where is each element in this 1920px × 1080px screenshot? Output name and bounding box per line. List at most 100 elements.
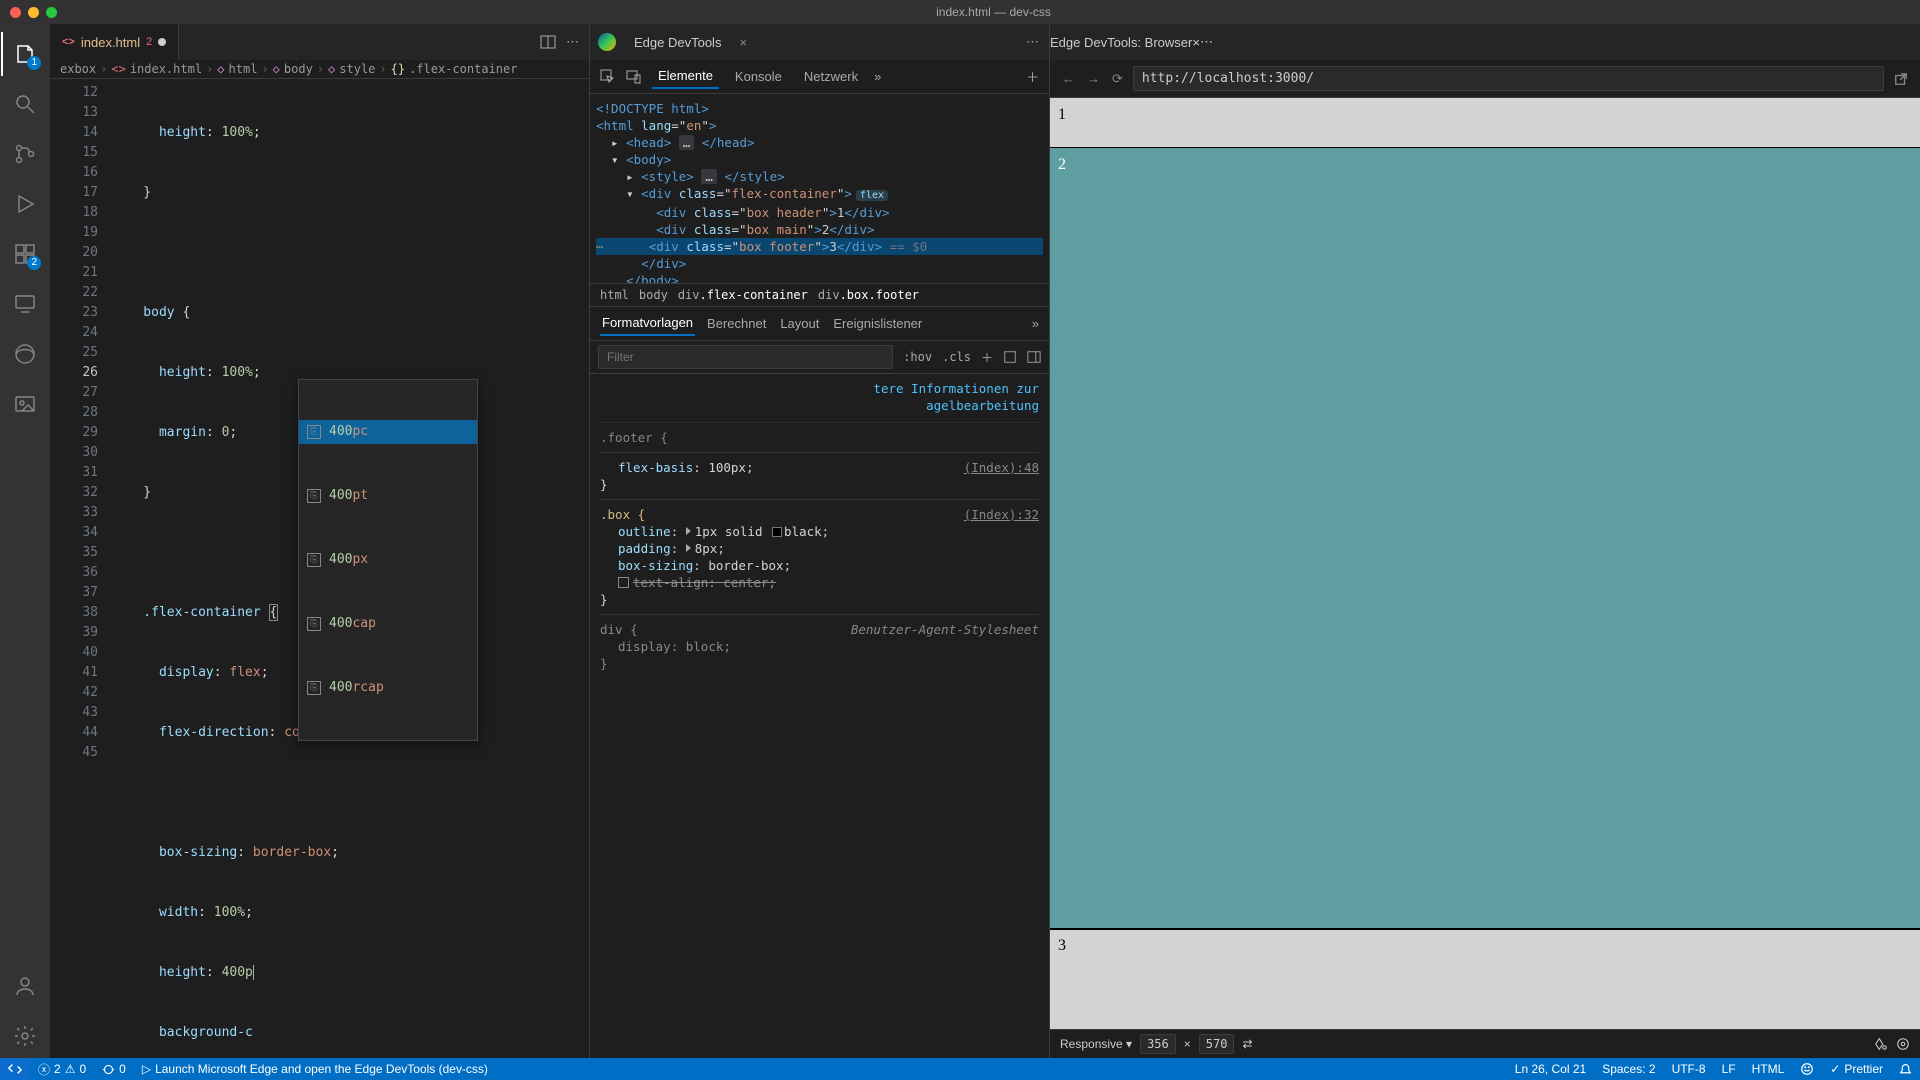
breadcrumb-item[interactable]: ◇ body (273, 62, 313, 76)
computed-tab[interactable]: Berechnet (705, 312, 768, 335)
tab-more-icon[interactable]: ⋯ (1200, 34, 1213, 50)
device-mode-select[interactable]: Responsive ▾ (1060, 1037, 1132, 1051)
encoding-status[interactable]: UTF-8 (1664, 1062, 1714, 1076)
styles-more-icon[interactable] (1003, 350, 1017, 364)
app-root: 1 2 (0, 24, 1920, 1058)
browser-preview-panel: Edge DevTools: Browser × ⋯ ← → ⟳ http://… (1050, 24, 1920, 1058)
viewport-height-input[interactable]: 570 (1199, 1034, 1235, 1054)
prettier-status[interactable]: ✓ Prettier (1822, 1062, 1891, 1076)
styles-pane[interactable]: tere Informationen zur agelbearbeitung .… (590, 374, 1049, 1058)
tab-index-html[interactable]: <> index.html 2 (50, 24, 179, 60)
selected-dom-node[interactable]: ⋯ <div class="box footer">3</div> == $0 (596, 238, 1043, 255)
ports-status[interactable]: 0 (94, 1062, 134, 1076)
maximize-window-icon[interactable] (46, 7, 57, 18)
cursor-position[interactable]: Ln 26, Col 21 (1507, 1062, 1594, 1076)
tab-more-icon[interactable]: ⋯ (1016, 34, 1049, 50)
edge-tools-icon[interactable] (1, 332, 49, 376)
console-tab[interactable]: Konsole (729, 65, 788, 88)
activity-bar: 1 2 (0, 24, 50, 1058)
device-more-icon[interactable] (1896, 1037, 1910, 1051)
window-controls[interactable] (0, 7, 67, 18)
devtools-panel: Edge DevTools × ⋯ Elemente Konsole Netzw… (590, 24, 1050, 1058)
remote-explorer-icon[interactable] (1, 282, 49, 326)
toggle-sidebar-icon[interactable] (1027, 350, 1041, 364)
css-rule: Benutzer-Agent-Stylesheet div { display:… (600, 614, 1039, 672)
breadcrumb-item[interactable]: exbox (60, 62, 96, 76)
device-emulation-icon[interactable] (626, 69, 642, 85)
cls-toggle[interactable]: .cls (942, 350, 971, 364)
layout-tab[interactable]: Layout (778, 312, 821, 335)
tab-label[interactable]: Edge DevTools: Browser (1050, 35, 1192, 50)
styles-tab[interactable]: Formatvorlagen (600, 311, 695, 336)
explorer-icon[interactable]: 1 (1, 32, 49, 76)
run-debug-icon[interactable] (1, 182, 49, 226)
search-icon[interactable] (1, 82, 49, 126)
suggest-item[interactable]: ⎘400rcap (299, 676, 477, 700)
indentation-status[interactable]: Spaces: 2 (1594, 1062, 1663, 1076)
split-editor-icon[interactable] (540, 34, 556, 50)
rotate-icon[interactable]: ⇄ (1242, 1037, 1252, 1051)
breadcrumb[interactable]: exbox› <> index.html› ◇ html› ◇ body› ◇ … (50, 60, 589, 79)
ua-stylesheet-label: Benutzer-Agent-Stylesheet (851, 621, 1039, 638)
reload-icon[interactable]: ⟳ (1110, 71, 1125, 87)
screenshot-icon[interactable] (1874, 1037, 1888, 1051)
box-footer: 3 (1050, 929, 1920, 1029)
styles-toolbar: :hov .cls ＋ (590, 341, 1049, 374)
back-icon[interactable]: ← (1060, 71, 1077, 86)
launch-task-status[interactable]: ▷Launch Microsoft Edge and open the Edge… (134, 1062, 496, 1076)
tab-more-icon[interactable]: ⋯ (566, 34, 579, 50)
event-listeners-tab[interactable]: Ereignislistener (831, 312, 924, 335)
suggest-item[interactable]: ⎘400px (299, 548, 477, 572)
forward-icon[interactable]: → (1085, 71, 1102, 86)
rendered-page[interactable]: 1 2 3 (1050, 98, 1920, 1029)
feedback-icon[interactable] (1792, 1062, 1822, 1076)
problems-status[interactable]: ⓧ2 ⚠0 (30, 1061, 94, 1078)
status-bar: ⓧ2 ⚠0 0 ▷Launch Microsoft Edge and open … (0, 1058, 1920, 1080)
autocomplete-popup[interactable]: ⎘400pc ⎘400pt ⎘400px ⎘400cap ⎘400rcap (298, 379, 478, 741)
code-lines[interactable]: height: 100%; } body { height: 100%; mar… (108, 79, 589, 1058)
open-external-icon[interactable] (1892, 72, 1910, 86)
styles-subtabs: Formatvorlagen Berechnet Layout Ereignis… (590, 307, 1049, 341)
explorer-badge: 1 (27, 56, 41, 70)
language-mode[interactable]: HTML (1744, 1062, 1793, 1076)
url-input[interactable]: http://localhost:3000/ (1133, 66, 1884, 91)
inspect-element-icon[interactable] (600, 69, 616, 85)
new-style-rule-icon[interactable]: ＋ (981, 349, 993, 366)
browser-address-bar: ← → ⟳ http://localhost:3000/ (1050, 60, 1920, 98)
close-tab-icon[interactable]: × (1192, 35, 1200, 50)
unsaved-dot-icon (158, 38, 166, 46)
account-icon[interactable] (1, 964, 49, 1008)
breadcrumb-item[interactable]: ◇ style (328, 62, 375, 76)
settings-gear-icon[interactable] (1, 1014, 49, 1058)
breadcrumb-item[interactable]: {} .flex-container (391, 62, 518, 76)
more-tabs-icon[interactable]: » (874, 69, 881, 84)
dom-tree[interactable]: <!DOCTYPE html> <html lang="en"> ▸ <head… (590, 94, 1049, 284)
code-editor[interactable]: 12131415 16171819 20212223 24252627 2829… (50, 79, 589, 1058)
suggest-item[interactable]: ⎘400pc (299, 420, 477, 444)
new-tab-icon[interactable]: ＋ (1026, 67, 1039, 86)
remote-indicator[interactable] (0, 1058, 30, 1080)
hov-toggle[interactable]: :hov (903, 350, 932, 364)
viewport-width-input[interactable]: 356 (1140, 1034, 1176, 1054)
network-tab[interactable]: Netzwerk (798, 65, 864, 88)
eol-status[interactable]: LF (1714, 1062, 1744, 1076)
dom-breadcrumb[interactable]: html body div.flex-container div.box.foo… (590, 284, 1049, 307)
minimize-window-icon[interactable] (28, 7, 39, 18)
source-link[interactable]: (Index):48 (964, 459, 1039, 476)
suggest-item[interactable]: ⎘400cap (299, 612, 477, 636)
more-subtabs-icon[interactable]: » (1032, 316, 1039, 331)
close-tab-icon[interactable]: × (731, 35, 755, 50)
notifications-icon[interactable] (1891, 1063, 1920, 1076)
elements-tab[interactable]: Elemente (652, 64, 719, 89)
breadcrumb-item[interactable]: <> index.html (111, 62, 202, 76)
breadcrumb-item[interactable]: ◇ html (217, 62, 257, 76)
extensions-icon[interactable]: 2 (1, 232, 49, 276)
suggest-item[interactable]: ⎘400pt (299, 484, 477, 508)
source-link[interactable]: (Index):32 (964, 506, 1039, 523)
browser-tab-strip: Edge DevTools: Browser × ⋯ (1050, 24, 1920, 60)
styles-filter-input[interactable] (598, 345, 893, 369)
image-preview-icon[interactable] (1, 382, 49, 426)
tab-label[interactable]: Edge DevTools (624, 35, 731, 50)
source-control-icon[interactable] (1, 132, 49, 176)
close-window-icon[interactable] (10, 7, 21, 18)
